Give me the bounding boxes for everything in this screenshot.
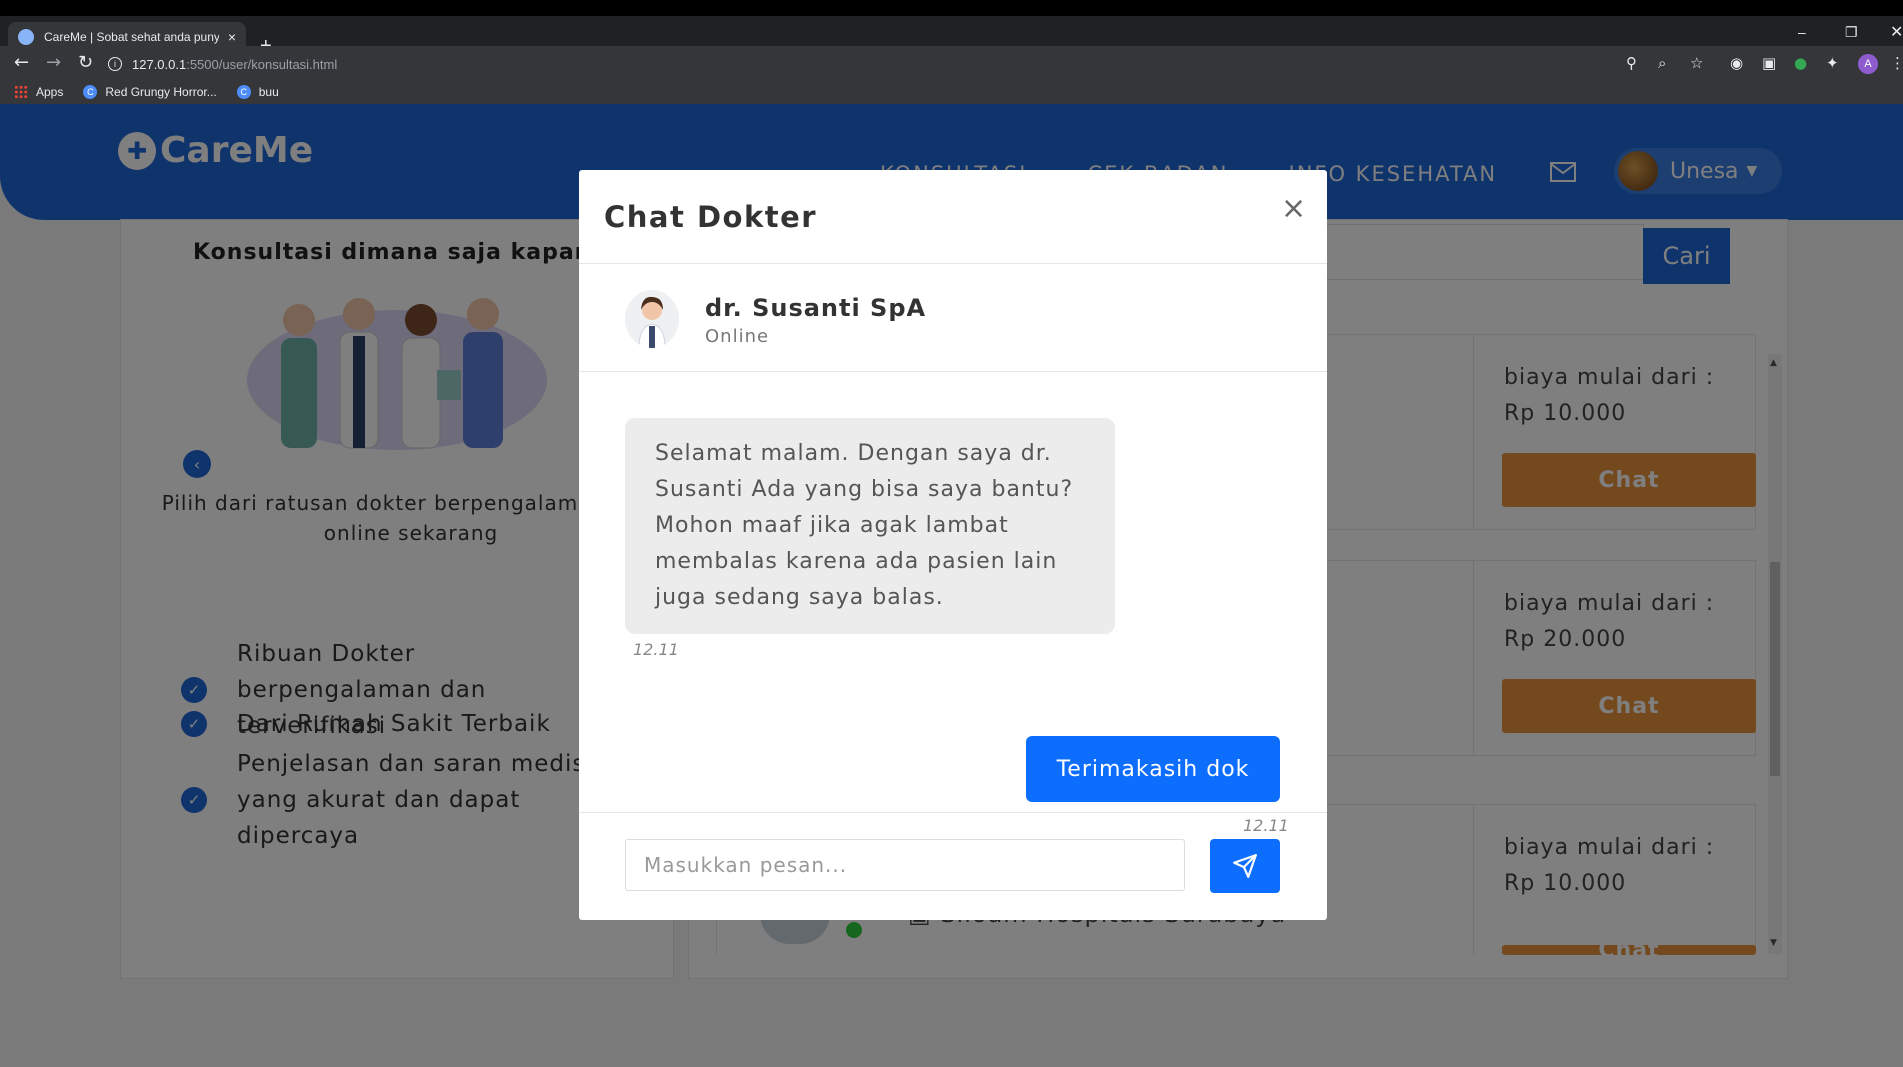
minimize-icon[interactable]: – (1798, 24, 1806, 40)
bookmark-c-icon: C (236, 85, 251, 99)
url-path: :5500/user/konsultasi.html (186, 56, 338, 72)
bookmark-c-icon: C (83, 85, 98, 99)
extension-green-icon[interactable]: ● (1794, 56, 1807, 71)
menu-dots-icon[interactable]: ⋮ (1890, 56, 1903, 71)
bookmark-star-icon[interactable]: ☆ (1690, 56, 1703, 71)
send-icon (1233, 854, 1257, 878)
screen-top-bar (0, 0, 1903, 16)
page: ✚ CareMe KONSULTASI CEK BADAN INFO KESEH… (0, 104, 1903, 1067)
zoom-icon[interactable]: ⌕ (1658, 56, 1666, 71)
doctor-header: dr. Susanti SpA Online (579, 264, 1327, 372)
doctor-status: Online (705, 326, 770, 347)
chat-modal: Chat Dokter × dr. Susanti SpA Online Sel… (579, 170, 1327, 920)
url-host: 127.0.0.1 (132, 56, 187, 72)
address-bar[interactable]: i 127.0.0.1 :5500/user/konsultasi.html (108, 52, 1688, 76)
message-input[interactable] (625, 839, 1185, 891)
bookmark-red-grungy[interactable]: C Red Grungy Horror... (83, 85, 217, 99)
tab-bar: CareMe | Sobat sehat anda puny × + – ❐ ✕ (0, 16, 1903, 56)
back-icon[interactable]: ← (14, 54, 29, 72)
puzzle-icon[interactable]: ✦ (1826, 56, 1839, 71)
bookmark-label: Apps (36, 85, 64, 99)
bookmark-label: buu (258, 85, 279, 99)
bookmarks-bar: Apps C Red Grungy Horror... C buu (0, 80, 1903, 104)
reload-icon[interactable]: ↻ (78, 54, 93, 72)
outgoing-message: Terimakasih dok (1026, 736, 1280, 802)
doctor-avatar (625, 290, 679, 348)
chat-messages: Selamat malam. Dengan saya dr. Susanti A… (579, 372, 1327, 835)
tab-close-icon[interactable]: × (228, 29, 236, 45)
message-time: 12.11 (633, 640, 679, 659)
profile-avatar[interactable]: A (1858, 54, 1878, 74)
send-button[interactable] (1210, 839, 1280, 893)
window-close-icon[interactable]: ✕ (1890, 22, 1903, 42)
modal-header: Chat Dokter × (579, 170, 1327, 264)
doctor-name: dr. Susanti SpA (705, 294, 927, 322)
chat-footer (579, 812, 1327, 920)
key-icon[interactable]: ⚲ (1626, 56, 1637, 71)
favicon-icon (18, 29, 34, 45)
incoming-message: Selamat malam. Dengan saya dr. Susanti A… (625, 418, 1115, 634)
forward-icon[interactable]: → (46, 54, 61, 72)
bookmark-apps[interactable]: Apps (14, 85, 63, 99)
tab-title: CareMe | Sobat sehat anda puny (44, 30, 219, 44)
bookmark-buu[interactable]: C buu (236, 85, 279, 99)
restore-icon[interactable]: ❐ (1845, 24, 1858, 41)
modal-title: Chat Dokter (604, 200, 818, 234)
apps-grid-icon (14, 85, 28, 99)
site-info-icon[interactable]: i (108, 57, 122, 71)
camera-extension-icon[interactable]: ◉ (1730, 56, 1743, 71)
extension-icon[interactable]: ▣ (1762, 56, 1776, 71)
bookmark-label: Red Grungy Horror... (105, 85, 217, 99)
close-icon[interactable]: × (1281, 194, 1306, 224)
browser-toolbar: ← → ↻ i 127.0.0.1 :5500/user/konsultasi.… (0, 46, 1903, 104)
